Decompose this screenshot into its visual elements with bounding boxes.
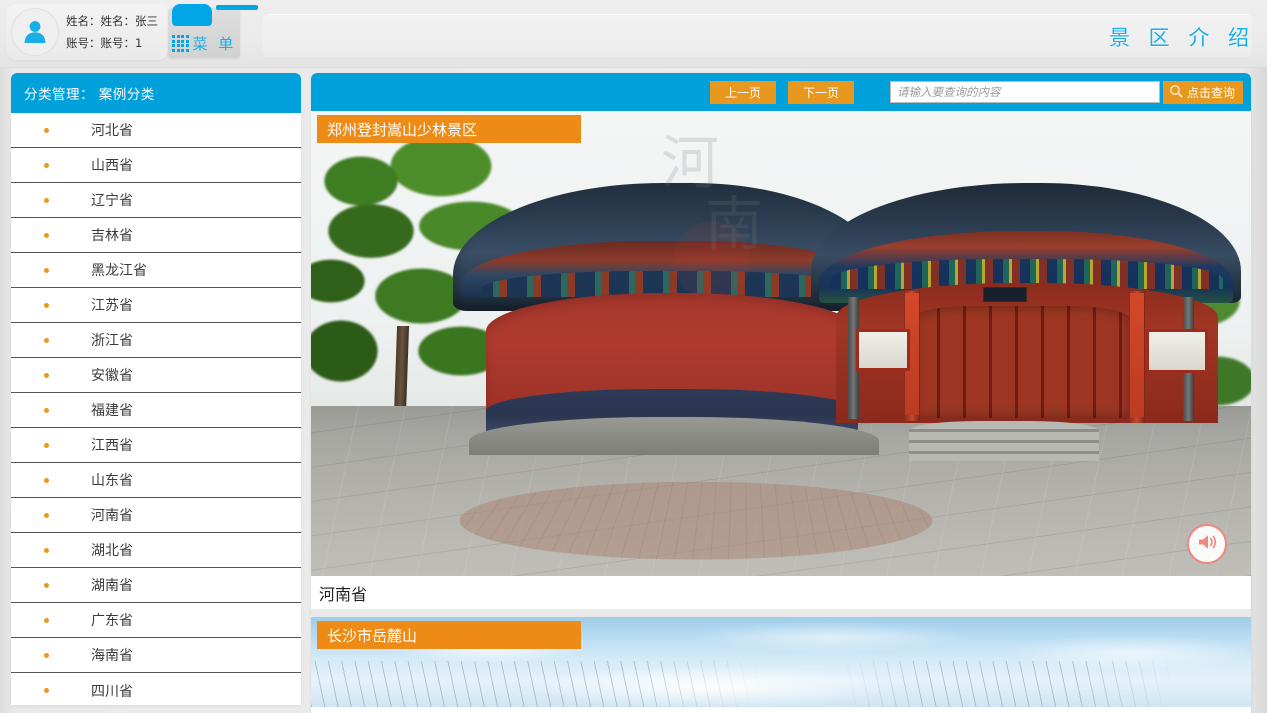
sidebar-item-shanxi[interactable]: 山西省 <box>11 148 301 183</box>
sidebar-item-label: 江西省 <box>91 435 133 455</box>
scenic-card-1[interactable]: 河 南 <box>311 111 1251 609</box>
photo2-frozen-weeds <box>311 661 1251 707</box>
prev-page-button[interactable]: 上一页 <box>710 81 776 104</box>
photo1-left-stone-base <box>469 417 879 455</box>
sidebar-item-label: 山东省 <box>91 470 133 490</box>
sidebar-header: 分类管理： 案例分类 <box>11 73 301 113</box>
bullet-icon <box>44 163 49 168</box>
search-button[interactable]: 点击查询 <box>1163 81 1243 104</box>
category-sidebar: 分类管理： 案例分类 河北省 山西省 辽宁省 吉林省 黑龙江省 <box>11 73 301 705</box>
bullet-icon <box>44 443 49 448</box>
sidebar-item-liaoning[interactable]: 辽宁省 <box>11 183 301 218</box>
bullet-icon <box>44 408 49 413</box>
photo1-info-board-right <box>1146 329 1208 373</box>
card-separator <box>311 609 1251 617</box>
photo1-hall-doors <box>911 306 1131 418</box>
sidebar-item-heilongjiang[interactable]: 黑龙江省 <box>11 253 301 288</box>
sidebar-item-label: 福建省 <box>91 400 133 420</box>
next-page-button[interactable]: 下一页 <box>788 81 854 104</box>
user-name-line: 姓名：姓名：张三 <box>66 13 158 29</box>
bullet-icon <box>44 128 49 133</box>
bullet-icon <box>44 233 49 238</box>
bullet-icon <box>44 653 49 658</box>
sidebar-item-label: 广东省 <box>91 610 133 630</box>
app-header: 姓名：姓名：张三 账号：账号：1 菜 单 景 区 介 绍 <box>0 0 1267 68</box>
bullet-icon <box>44 618 49 623</box>
search-input[interactable] <box>890 81 1160 103</box>
sidebar-item-jilin[interactable]: 吉林省 <box>11 218 301 253</box>
user-avatar-icon <box>11 8 59 56</box>
sidebar-item-zhejiang[interactable]: 浙江省 <box>11 323 301 358</box>
sidebar-item-fujian[interactable]: 福建省 <box>11 393 301 428</box>
scenic-card-2[interactable]: 长沙市岳麓山 <box>311 617 1251 707</box>
menu-tab-decoration <box>172 4 212 26</box>
photo1-couplet-right <box>1130 293 1144 417</box>
search-button-label: 点击查询 <box>1187 84 1235 101</box>
main-panel: 上一页 下一页 点击查询 <box>311 73 1251 713</box>
sidebar-item-sichuan[interactable]: 四川省 <box>11 673 301 705</box>
sidebar-item-hunan[interactable]: 湖南省 <box>11 568 301 603</box>
sidebar-item-jiangxi[interactable]: 江西省 <box>11 428 301 463</box>
scenic-photo-1[interactable]: 河 南 <box>311 111 1251 576</box>
sidebar-item-shandong[interactable]: 山东省 <box>11 463 301 498</box>
photo1-hall-plaque <box>983 287 1027 302</box>
sidebar-item-jiangsu[interactable]: 江苏省 <box>11 288 301 323</box>
sidebar-item-guangdong[interactable]: 广东省 <box>11 603 301 638</box>
bullet-icon <box>44 583 49 588</box>
user-text-block: 姓名：姓名：张三 账号：账号：1 <box>66 13 158 51</box>
app-root: 姓名：姓名：张三 账号：账号：1 菜 单 景 区 介 绍 分类管理： 案例分类 <box>0 0 1267 713</box>
scenic-card-1-caption: 河南省 <box>311 576 1251 609</box>
user-info-card: 姓名：姓名：张三 账号：账号：1 <box>6 4 168 60</box>
header-empty-panel <box>262 14 1252 57</box>
sidebar-item-label: 河北省 <box>91 120 133 140</box>
photo1-info-board-left <box>856 329 910 371</box>
photo1-steps <box>909 421 1099 461</box>
sidebar-item-label: 山西省 <box>91 155 133 175</box>
sidebar-list: 河北省 山西省 辽宁省 吉林省 黑龙江省 江苏省 <box>11 113 301 705</box>
scenic-photo-2[interactable]: 长沙市岳麓山 <box>311 617 1251 707</box>
bullet-icon <box>44 478 49 483</box>
scenic-list: 河 南 <box>311 111 1251 713</box>
sidebar-item-label: 吉林省 <box>91 225 133 245</box>
sidebar-item-label: 湖北省 <box>91 540 133 560</box>
sidebar-item-label: 江苏省 <box>91 295 133 315</box>
bullet-icon <box>44 268 49 273</box>
grid-icon <box>172 35 189 52</box>
sidebar-item-hainan[interactable]: 海南省 <box>11 638 301 673</box>
main-toolbar: 上一页 下一页 点击查询 <box>311 73 1251 111</box>
speaker-icon <box>1196 532 1218 557</box>
bullet-icon <box>44 548 49 553</box>
bullet-icon <box>44 338 49 343</box>
sidebar-item-label: 河南省 <box>91 505 133 525</box>
sidebar-item-label: 湖南省 <box>91 575 133 595</box>
bullet-icon <box>44 303 49 308</box>
bullet-icon <box>44 513 49 518</box>
menu-button[interactable]: 菜 单 <box>168 8 240 58</box>
bullet-icon <box>44 198 49 203</box>
sidebar-item-label: 安徽省 <box>91 365 133 385</box>
sidebar-item-anhui[interactable]: 安徽省 <box>11 358 301 393</box>
magnifier-icon <box>1169 84 1183 101</box>
sidebar-item-henan[interactable]: 河南省 <box>11 498 301 533</box>
sidebar-item-hubei[interactable]: 湖北省 <box>11 533 301 568</box>
bullet-icon <box>44 373 49 378</box>
sidebar-title: 分类管理： 案例分类 <box>24 83 155 103</box>
user-account-line: 账号：账号：1 <box>66 35 158 51</box>
sidebar-item-label: 海南省 <box>91 645 133 665</box>
sidebar-item-label: 四川省 <box>91 681 133 701</box>
page-title: 景 区 介 绍 <box>1109 22 1255 52</box>
scenic-card-2-title: 长沙市岳麓山 <box>317 621 581 649</box>
menu-bar-decoration <box>216 5 258 10</box>
bullet-icon <box>44 688 49 693</box>
sidebar-item-hebei[interactable]: 河北省 <box>11 113 301 148</box>
sidebar-item-label: 浙江省 <box>91 330 133 350</box>
menu-button-content: 菜 单 <box>168 33 240 54</box>
menu-button-label: 菜 单 <box>193 33 237 54</box>
audio-play-button[interactable] <box>1187 524 1227 564</box>
sidebar-item-label: 黑龙江省 <box>91 260 147 280</box>
sidebar-item-label: 辽宁省 <box>91 190 133 210</box>
scenic-card-1-title: 郑州登封嵩山少林景区 <box>317 115 581 143</box>
photo1-watermark-logo <box>673 221 751 299</box>
